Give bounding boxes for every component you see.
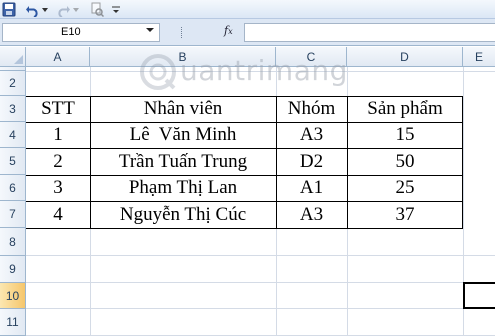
column-header-a[interactable]: A (26, 47, 90, 67)
table-cell[interactable]: 1 (26, 122, 90, 148)
header-cell-product[interactable]: Sản phẩm (347, 96, 463, 122)
header-cell-stt[interactable]: STT (26, 96, 90, 122)
table-cell[interactable]: 50 (347, 148, 463, 175)
row-header-11[interactable]: 11 (0, 309, 26, 336)
select-all-icon (14, 55, 23, 64)
column-header-d[interactable]: D (347, 47, 463, 67)
name-box-dropdown-icon[interactable] (146, 28, 154, 32)
undo-icon[interactable] (25, 2, 40, 17)
customize-toolbar-icon[interactable] (111, 2, 121, 17)
table-cell[interactable]: A1 (276, 175, 347, 201)
table-cell[interactable]: 25 (347, 175, 463, 201)
table-cell[interactable]: Phạm Thị Lan (90, 175, 276, 201)
formula-input[interactable] (244, 23, 495, 42)
table-cell[interactable]: 37 (347, 201, 463, 228)
quick-access-toolbar (0, 0, 495, 19)
formula-bar-splitter[interactable] (181, 27, 183, 38)
select-all-corner[interactable] (0, 47, 26, 67)
table-cell[interactable]: 2 (26, 148, 90, 175)
table-cell[interactable]: A3 (276, 122, 347, 148)
row-header-2[interactable]: 2 (0, 71, 26, 96)
formula-bar: E10 fx (0, 19, 495, 46)
row-header-8[interactable]: 8 (0, 228, 26, 256)
watermark-logo-icon (140, 54, 176, 90)
table-cell[interactable]: Lê Văn Minh (90, 122, 276, 148)
undo-dropdown-icon[interactable] (41, 2, 49, 17)
row-header-9[interactable]: 9 (0, 256, 26, 283)
insert-function-button[interactable]: fx (224, 24, 233, 37)
print-preview-icon[interactable] (89, 2, 104, 17)
header-cell-employee[interactable]: Nhân viên (90, 96, 276, 122)
table-cell[interactable]: 4 (26, 201, 90, 228)
name-box-value: E10 (61, 26, 81, 38)
row-header-10[interactable]: 10 (0, 283, 26, 309)
row-header-4[interactable]: 4 (0, 122, 26, 148)
gridline (26, 255, 495, 256)
fx-icon-subscript: x (228, 27, 233, 36)
redo-icon[interactable] (56, 2, 71, 17)
row-header-7[interactable]: 7 (0, 201, 26, 228)
table-cell[interactable]: 15 (347, 122, 463, 148)
table-cell[interactable]: Nguyễn Thị Cúc (90, 201, 276, 228)
redo-dropdown-icon[interactable] (72, 2, 80, 17)
table-cell[interactable]: 3 (26, 175, 90, 201)
watermark-text: uantrimang (180, 54, 348, 87)
table-cell[interactable]: Trần Tuấn Trung (90, 148, 276, 175)
row-header-5[interactable]: 5 (0, 148, 26, 175)
table-cell[interactable]: A3 (276, 201, 347, 228)
selected-cell[interactable] (463, 282, 495, 309)
header-cell-group[interactable]: Nhóm (276, 96, 347, 122)
gridline (26, 308, 495, 309)
name-box[interactable]: E10 (2, 23, 160, 42)
column-header-e[interactable]: E (463, 47, 495, 67)
save-icon[interactable] (2, 2, 16, 17)
row-header-3[interactable]: 3 (0, 96, 26, 122)
gridline (26, 282, 495, 283)
table-border (26, 228, 463, 229)
table-cell[interactable]: D2 (276, 148, 347, 175)
row-header-6[interactable]: 6 (0, 175, 26, 201)
